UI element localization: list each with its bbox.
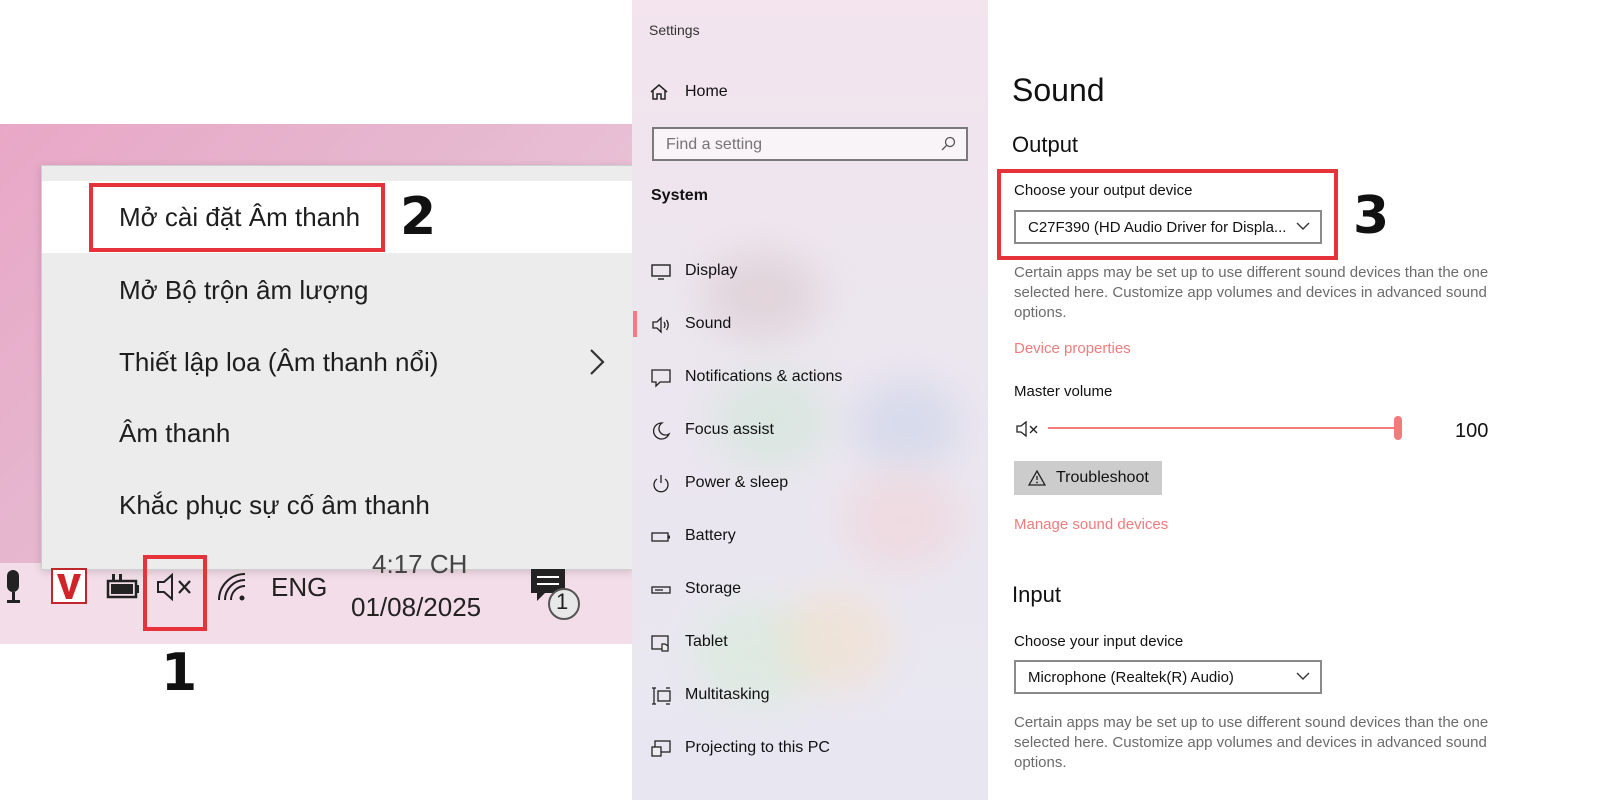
device-properties-link[interactable]: Device properties xyxy=(1014,340,1131,357)
troubleshoot-button[interactable]: Troubleshoot xyxy=(1014,461,1162,495)
nav-item-label: Projecting to this PC xyxy=(685,739,830,756)
nav-item-storage[interactable]: Storage xyxy=(632,564,988,614)
menu-item-label: Mở Bộ trộn âm lượng xyxy=(119,275,369,305)
settings-window: Settings Home System Display xyxy=(632,0,1600,800)
settings-sidebar: Settings Home System Display xyxy=(632,0,988,800)
power-icon xyxy=(653,475,669,493)
nav-home-label: Home xyxy=(685,83,728,100)
projecting-icon xyxy=(651,740,671,757)
speaker-muted-icon[interactable] xyxy=(1016,419,1040,439)
nav-item-label: Power & sleep xyxy=(685,474,789,491)
menu-item-label: Thiết lập loa (Âm thanh nổi) xyxy=(119,347,439,377)
antivirus-icon[interactable] xyxy=(51,568,87,604)
search-input[interactable] xyxy=(664,133,938,157)
nav-item-label: Multitasking xyxy=(685,686,770,703)
warning-icon xyxy=(1028,470,1046,486)
menu-item-open-volume-mixer[interactable]: Mở Bộ trộn âm lượng xyxy=(42,254,632,326)
wifi-icon[interactable] xyxy=(215,570,249,604)
chevron-right-icon xyxy=(590,349,605,375)
nav-item-tablet[interactable]: Tablet xyxy=(632,617,988,667)
microphone-icon[interactable] xyxy=(2,570,26,606)
menu-item-troubleshoot-sound[interactable]: Khắc phục sự cố âm thanh xyxy=(42,469,632,541)
troubleshoot-label: Troubleshoot xyxy=(1056,469,1149,486)
step-number-3: 3 xyxy=(1353,186,1390,246)
display-icon xyxy=(651,264,671,280)
nav-item-label: Tablet xyxy=(685,633,728,650)
search-icon xyxy=(941,136,956,151)
nav-item-display[interactable]: Display xyxy=(632,246,988,296)
nav-item-label: Display xyxy=(685,262,738,279)
storage-icon xyxy=(651,586,671,594)
volume-slider-thumb[interactable] xyxy=(1394,416,1402,440)
nav-item-label: Storage xyxy=(685,580,742,597)
highlight-box-step-1 xyxy=(143,555,207,631)
menu-item-speaker-setup[interactable]: Thiết lập loa (Âm thanh nổi) xyxy=(42,326,632,398)
nav-item-label: Notifications & actions xyxy=(685,368,843,385)
nav-item-sound[interactable]: Sound xyxy=(632,299,988,349)
volume-value: 100 xyxy=(1455,420,1489,442)
nav-item-power-sleep[interactable]: Power & sleep xyxy=(632,458,988,508)
input-device-dropdown[interactable]: Microphone (Realtek(R) Audio) xyxy=(1014,660,1322,694)
speaker-icon xyxy=(652,316,669,334)
output-heading: Output xyxy=(1012,132,1079,157)
input-help-text: Certain apps may be set up to use differ… xyxy=(1014,714,1489,771)
section-label: System xyxy=(651,187,708,204)
volume-slider-track[interactable] xyxy=(1048,427,1398,429)
clock-date[interactable]: 01/08/2025 xyxy=(351,592,481,623)
nav-item-notifications[interactable]: Notifications & actions xyxy=(632,352,988,402)
highlight-box-step-2 xyxy=(89,183,385,252)
highlight-box-step-3 xyxy=(997,169,1338,260)
search-box[interactable] xyxy=(652,127,968,161)
nav-item-label: Battery xyxy=(685,527,736,544)
input-device-value: Microphone (Realtek(R) Audio) xyxy=(1028,669,1234,686)
manage-sound-devices-link[interactable]: Manage sound devices xyxy=(1014,516,1168,533)
master-volume-label: Master volume xyxy=(1014,383,1113,400)
nav-item-label: Focus assist xyxy=(685,421,774,438)
tablet-icon xyxy=(651,635,669,652)
output-help-text: Certain apps may be set up to use differ… xyxy=(1014,264,1489,321)
nav-item-label: Sound xyxy=(685,315,732,332)
battery-icon xyxy=(651,532,670,542)
notifications-icon xyxy=(651,369,671,388)
clock-time[interactable]: 4:17 CH xyxy=(372,549,467,580)
nav-item-projecting[interactable]: Projecting to this PC xyxy=(632,723,988,773)
notification-count-badge: 1 xyxy=(556,589,569,614)
home-icon xyxy=(650,84,668,100)
step-number-2: 2 xyxy=(400,187,437,247)
menu-item-label: Âm thanh xyxy=(119,418,231,448)
input-heading: Input xyxy=(1012,582,1061,607)
nav-item-focus-assist[interactable]: Focus assist xyxy=(632,405,988,455)
moon-icon xyxy=(653,422,671,440)
battery-charging-icon[interactable] xyxy=(104,572,140,602)
menu-item-sounds[interactable]: Âm thanh xyxy=(42,397,632,469)
step-number-1: 1 xyxy=(161,643,198,703)
nav-item-battery[interactable]: Battery xyxy=(632,511,988,561)
window-title: Settings xyxy=(649,22,700,38)
page-title: Sound xyxy=(1012,72,1105,108)
input-device-label: Choose your input device xyxy=(1014,633,1184,650)
menu-item-label: Khắc phục sự cố âm thanh xyxy=(119,490,430,520)
nav-item-multitasking[interactable]: Multitasking xyxy=(632,670,988,720)
multitasking-icon xyxy=(652,687,671,705)
language-indicator[interactable]: ENG xyxy=(271,572,327,603)
chevron-down-icon xyxy=(1296,672,1310,680)
